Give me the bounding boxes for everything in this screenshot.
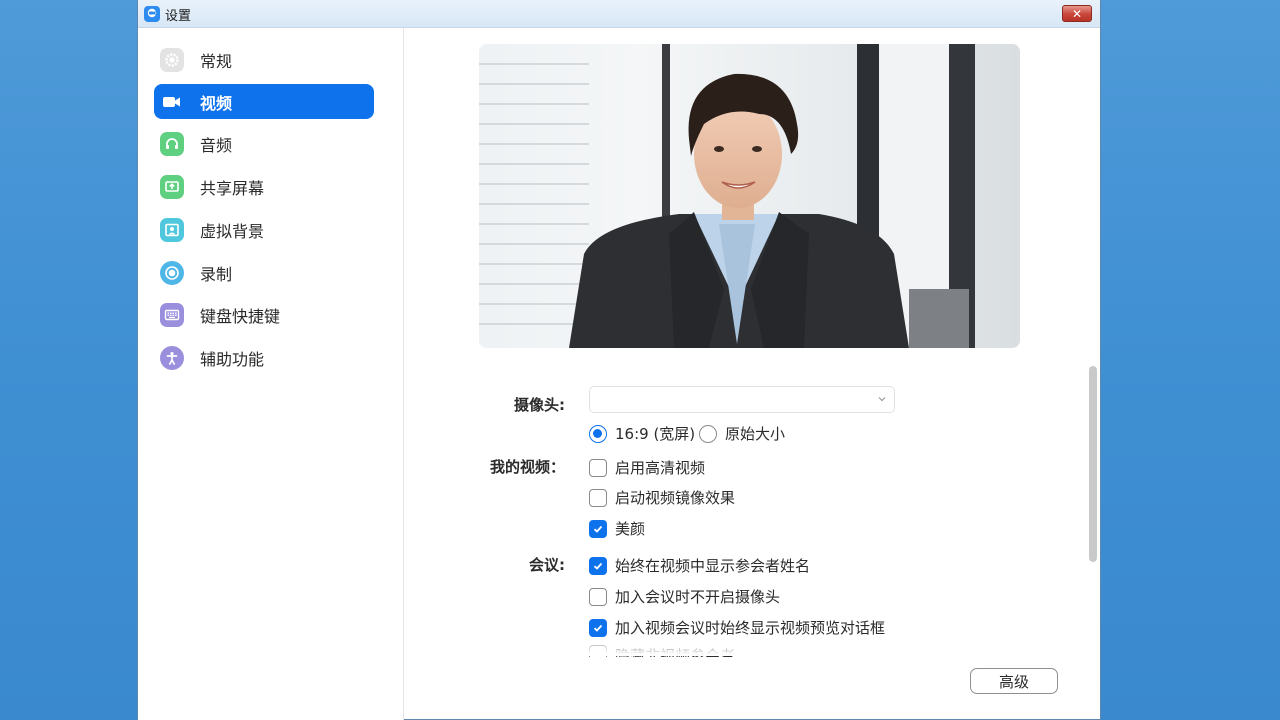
title-bar: 设置 ✕: [138, 0, 1100, 28]
settings-sidebar: 常规 视频 音频 共享屏幕 虚拟背景: [138, 28, 404, 720]
sidebar-item-accessibility[interactable]: 辅助功能: [154, 340, 374, 375]
show-names-checkbox[interactable]: 始终在视频中显示参会者姓名: [589, 555, 810, 576]
gear-icon: [160, 48, 184, 72]
sidebar-item-share-screen[interactable]: 共享屏幕: [154, 169, 374, 204]
sidebar-item-video[interactable]: 视频: [154, 84, 374, 119]
show-preview-dialog-checkbox[interactable]: 加入视频会议时始终显示视频预览对话框: [589, 617, 885, 638]
checkbox-label: 始终在视频中显示参会者姓名: [615, 555, 810, 576]
virtual-background-icon: [160, 218, 184, 242]
record-icon: [160, 261, 184, 285]
sidebar-item-label: 键盘快捷键: [200, 303, 280, 327]
checkbox-icon: [589, 459, 607, 477]
radio-unselected-icon: [699, 425, 717, 443]
scroll-fade: [575, 640, 935, 656]
video-settings-panel: 摄像头: 16:9 (宽屏) 原始大小 我的视频： 启用高清视频 启动视频镜像效…: [405, 28, 1100, 719]
checkbox-icon: [589, 489, 607, 507]
meeting-label: 会议:: [445, 554, 565, 575]
camera-label: 摄像头:: [445, 394, 565, 415]
beauty-checkbox[interactable]: 美颜: [589, 518, 645, 539]
keyboard-icon: [160, 303, 184, 327]
sidebar-item-label: 共享屏幕: [200, 175, 264, 199]
camera-off-on-join-checkbox[interactable]: 加入会议时不开启摄像头: [589, 586, 780, 607]
aspect-option-label: 16:9 (宽屏): [615, 423, 695, 444]
share-screen-icon: [160, 175, 184, 199]
checkbox-label: 启动视频镜像效果: [615, 487, 735, 508]
sidebar-item-label: 录制: [200, 261, 232, 285]
checkbox-checked-icon: [589, 557, 607, 575]
aspect-option-label: 原始大小: [725, 423, 785, 444]
app-logo-icon: [144, 6, 160, 22]
advanced-button[interactable]: 高级: [970, 668, 1058, 694]
camera-select[interactable]: [589, 386, 895, 413]
radio-selected-icon: [589, 425, 607, 443]
close-button[interactable]: ✕: [1062, 5, 1092, 22]
video-camera-icon: [160, 90, 184, 114]
sidebar-item-keyboard-shortcuts[interactable]: 键盘快捷键: [154, 297, 374, 332]
checkbox-label: 加入视频会议时始终显示视频预览对话框: [615, 617, 885, 638]
close-icon: ✕: [1072, 8, 1082, 20]
my-video-label: 我的视频：: [445, 456, 565, 477]
content-scrollbar[interactable]: [1089, 366, 1097, 562]
mirror-video-checkbox[interactable]: 启动视频镜像效果: [589, 487, 735, 508]
enable-hd-checkbox[interactable]: 启用高清视频: [589, 457, 705, 478]
sidebar-item-general[interactable]: 常规: [154, 42, 374, 77]
sidebar-item-audio[interactable]: 音频: [154, 126, 374, 161]
sidebar-item-label: 虚拟背景: [200, 218, 264, 242]
accessibility-icon: [160, 346, 184, 370]
video-preview: [479, 44, 1020, 348]
window-title: 设置: [165, 5, 191, 24]
checkbox-checked-icon: [589, 619, 607, 637]
aspect-16-9-radio[interactable]: 16:9 (宽屏): [589, 423, 695, 444]
sidebar-item-virtual-background[interactable]: 虚拟背景: [154, 212, 374, 247]
sidebar-item-label: 辅助功能: [200, 346, 264, 370]
checkbox-checked-icon: [589, 520, 607, 538]
sidebar-item-label: 视频: [200, 90, 232, 114]
headphones-icon: [160, 132, 184, 156]
checkbox-label: 加入会议时不开启摄像头: [615, 586, 780, 607]
checkbox-icon: [589, 588, 607, 606]
chevron-down-icon: [877, 394, 887, 404]
settings-window: 设置 ✕ 常规 视频 音频 共享屏幕: [137, 0, 1101, 720]
checkbox-label: 美颜: [615, 518, 645, 539]
sidebar-item-label: 音频: [200, 132, 232, 156]
aspect-original-radio[interactable]: 原始大小: [699, 423, 785, 444]
sidebar-item-label: 常规: [200, 48, 232, 72]
sidebar-item-record[interactable]: 录制: [154, 255, 374, 290]
checkbox-label: 启用高清视频: [615, 457, 705, 478]
